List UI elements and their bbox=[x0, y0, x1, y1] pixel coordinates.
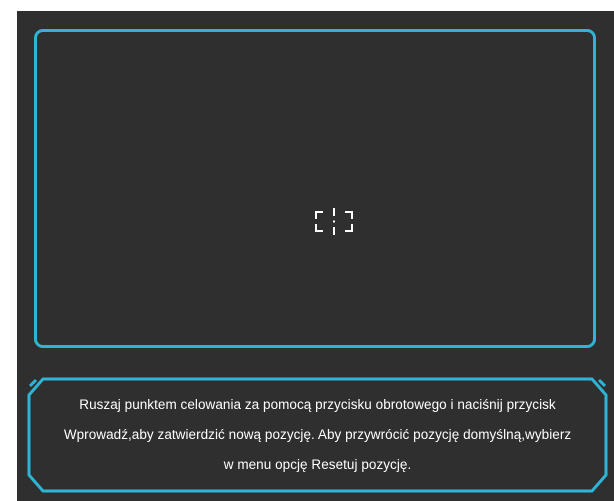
instruction-line-3: w menu opcję Resetuj pozycję. bbox=[223, 457, 412, 472]
instruction-line-1: Ruszaj punktem celowania za pomocą przyc… bbox=[79, 397, 556, 412]
aim-point-area[interactable] bbox=[34, 29, 596, 348]
instruction-line-2: Wprowadź,aby zatwierdzić nową pozycję. A… bbox=[63, 427, 572, 442]
instruction-message-box: Ruszaj punktem celowania za pomocą przyc… bbox=[27, 377, 608, 493]
screen: Ruszaj punktem celowania za pomocą przyc… bbox=[0, 0, 614, 501]
instruction-text: Ruszaj punktem celowania za pomocą przyc… bbox=[27, 377, 608, 493]
crosshair-icon[interactable] bbox=[314, 205, 354, 238]
osd-panel: Ruszaj punktem celowania za pomocą przyc… bbox=[17, 11, 614, 501]
